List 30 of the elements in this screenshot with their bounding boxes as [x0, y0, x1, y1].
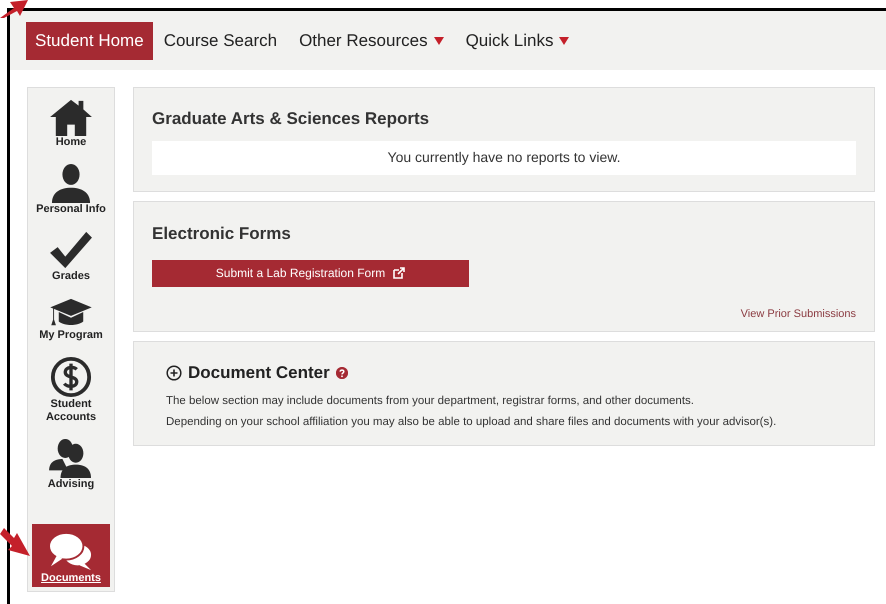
people-icon	[49, 438, 93, 478]
dollar-icon	[50, 356, 92, 398]
sidebar-item[interactable]: My Program	[32, 297, 110, 342]
sidebar-item[interactable]: Grades	[32, 230, 110, 283]
description-text: Depending on your school affiliation you may also be able to upload and share files and documents with your advisor(s).	[165, 414, 778, 430]
home-icon	[48, 98, 94, 136]
submit-form-button[interactable]: Submit a Lab Registration Form	[152, 260, 469, 286]
nav-tab[interactable]: Quick Links	[456, 22, 578, 60]
checkmark-icon	[48, 230, 94, 270]
description-text: The below section may include documents from your department, registrar forms, and other documents.	[165, 394, 695, 408]
sidebar-item[interactable]: Student Accounts	[32, 356, 110, 424]
help-icon[interactable]	[336, 366, 348, 379]
sidebar-item[interactable]: Personal Info	[32, 163, 110, 216]
section-title: Graduate Arts & Sciences Reports	[152, 108, 430, 130]
sidebar-item[interactable]: Advising	[32, 438, 110, 491]
external-link-icon	[393, 267, 406, 279]
section-title: Document Center	[188, 362, 330, 384]
plus-circle-icon	[166, 364, 182, 381]
expand-toggle[interactable]	[166, 364, 182, 381]
nav-tab[interactable]: Course Search	[154, 22, 286, 60]
annotation-arrow	[0, 528, 30, 556]
nav-tab[interactable]: Student Home	[26, 22, 153, 60]
empty-reports-message: You currently have no reports to view.	[152, 140, 856, 174]
section-title: Electronic Forms	[152, 223, 292, 245]
person-icon	[50, 163, 92, 203]
view-submissions-link[interactable]: View Prior Submissions	[740, 306, 856, 322]
nav-tab[interactable]: Other Resources	[290, 22, 453, 60]
sidebar-item[interactable]: Documents	[32, 524, 110, 587]
sidebar-item[interactable]: Home	[32, 98, 110, 149]
annotation-arrow	[0, 0, 28, 18]
